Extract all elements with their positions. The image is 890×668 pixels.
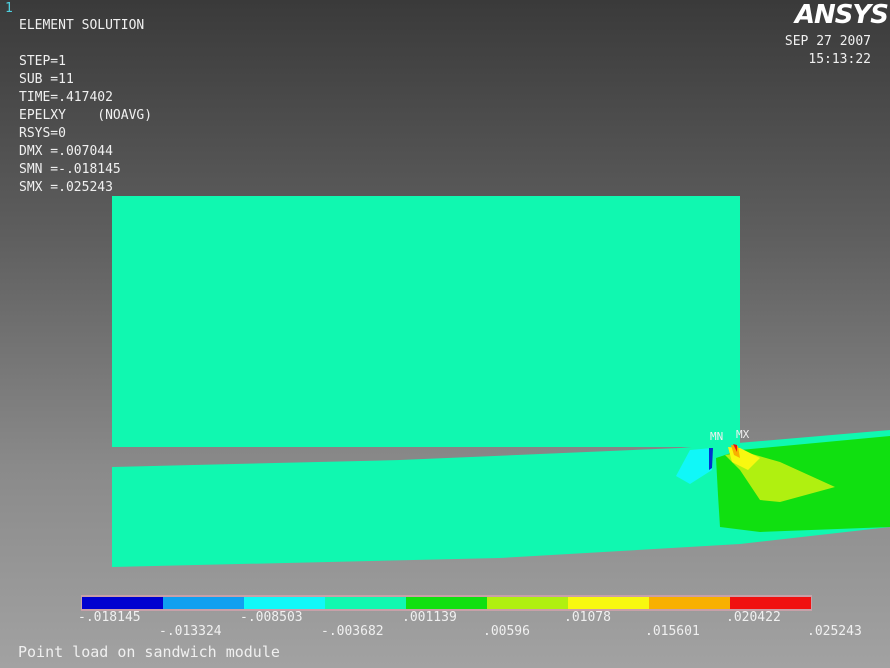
legend-swatch (82, 597, 163, 609)
legend-swatch (487, 597, 568, 609)
legend-swatch (568, 597, 649, 609)
legend-label: .01078 (564, 610, 611, 625)
caption: Point load on sandwich module (18, 643, 280, 661)
legend-swatch (163, 597, 244, 609)
legend-label: .001139 (402, 610, 457, 625)
model-plot (81, 196, 890, 611)
legend-label: .00596 (483, 624, 530, 639)
legend-label: -.013324 (159, 624, 222, 639)
legend-bar (81, 595, 812, 611)
legend-label: -.008503 (240, 610, 303, 625)
legend-label: -.018145 (78, 610, 141, 625)
legend-label: .020422 (726, 610, 781, 625)
legend-swatch (730, 597, 811, 609)
top-plate (112, 196, 740, 447)
legend-swatch (649, 597, 730, 609)
legend-label: .015601 (645, 624, 700, 639)
legend-label: .025243 (807, 624, 862, 639)
max-marker: MX (736, 428, 750, 441)
legend-swatch (406, 597, 487, 609)
legend-swatch (325, 597, 406, 609)
legend-label: -.003682 (321, 624, 384, 639)
legend-swatch (244, 597, 325, 609)
min-marker: MN (710, 430, 724, 443)
